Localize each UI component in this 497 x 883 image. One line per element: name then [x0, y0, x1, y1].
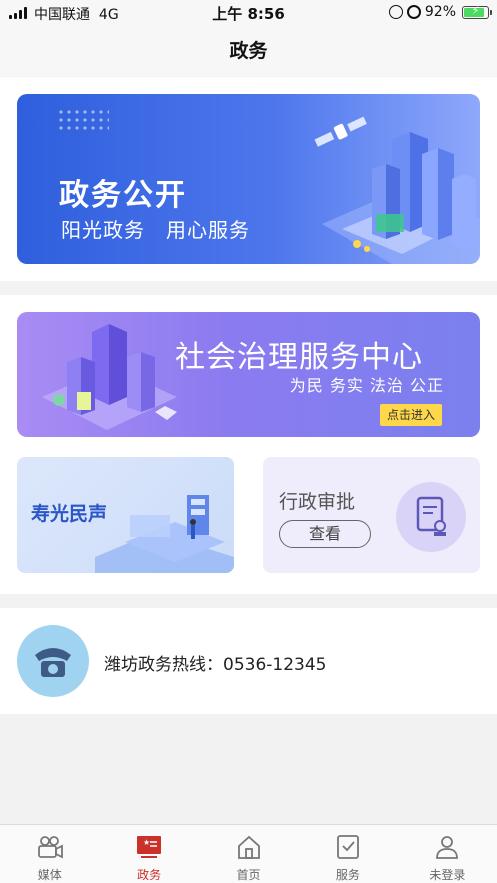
gov-open-banner[interactable]: 政务公开 阳光政务 用心服务 — [17, 94, 480, 264]
satellite-icon — [314, 116, 367, 147]
hotline-section: 潍坊政务热线：0536-12345 — [0, 608, 497, 714]
voice-illustration — [95, 495, 234, 573]
tab-service[interactable]: 服务 — [298, 825, 397, 883]
enter-button[interactable]: 点击进入 — [380, 404, 442, 426]
admin-approval-title: 行政审批 — [279, 491, 356, 513]
tab-label: 政务 — [137, 868, 162, 882]
tab-label: 服务 — [335, 868, 360, 882]
social-banner-subtitle: 为民 务实 法治 公正 — [289, 376, 444, 395]
camera-icon — [37, 836, 63, 859]
admin-approval-card[interactable]: 行政审批 查看 — [263, 457, 480, 573]
home-icon — [237, 835, 260, 859]
user-icon — [436, 836, 459, 859]
status-bar: 中国联通 4G 上午 8:56 92% ⚡ — [0, 0, 497, 26]
charging-icon: ⚡ — [471, 3, 480, 17]
social-governance-banner[interactable]: 社会治理服务中心 为民 务实 法治 公正 点击进入 — [17, 312, 480, 437]
service-icon — [337, 835, 359, 859]
dot-pattern — [57, 108, 109, 134]
view-button[interactable]: 查看 — [279, 520, 371, 548]
document-stamp-icon — [396, 482, 466, 552]
status-right: 92% ⚡ — [388, 3, 492, 20]
telephone-icon[interactable] — [17, 625, 89, 697]
tab-label: 媒体 — [37, 868, 62, 882]
tab-label: 首页 — [236, 868, 261, 882]
orientation-lock-icon — [388, 5, 403, 19]
service-section: 社会治理服务中心 为民 务实 法治 公正 点击进入 寿光民声 行政审批 查看 — [0, 295, 497, 594]
page-title: 政务 — [0, 26, 497, 76]
social-banner-title: 社会治理服务中心 — [175, 340, 423, 375]
alarm-icon — [406, 5, 421, 19]
gov-section: 政务公开 阳光政务 用心服务 — [0, 77, 497, 281]
bottom-tab-bar: 媒体 ★ 政务 首页 服务 未登录 — [0, 824, 497, 883]
gov-banner-subtitle: 阳光政务 用心服务 — [61, 218, 250, 242]
battery-icon: ⚡ — [462, 3, 492, 19]
tab-media[interactable]: 媒体 — [0, 825, 99, 883]
government-icon: ★ — [137, 836, 162, 858]
tab-profile[interactable]: 未登录 — [398, 825, 497, 883]
tab-home[interactable]: 首页 — [199, 825, 298, 883]
battery-percent: 92% — [424, 4, 456, 20]
tab-label: 未登录 — [429, 868, 466, 882]
city-illustration — [314, 116, 480, 264]
building-illustration — [42, 324, 177, 430]
gov-banner-title: 政务公开 — [59, 178, 187, 213]
svg-text:★: ★ — [143, 838, 150, 847]
public-voice-card[interactable]: 寿光民声 — [17, 457, 234, 573]
tab-government[interactable]: ★ 政务 — [99, 825, 198, 883]
hotline-text[interactable]: 潍坊政务热线：0536-12345 — [104, 650, 326, 675]
